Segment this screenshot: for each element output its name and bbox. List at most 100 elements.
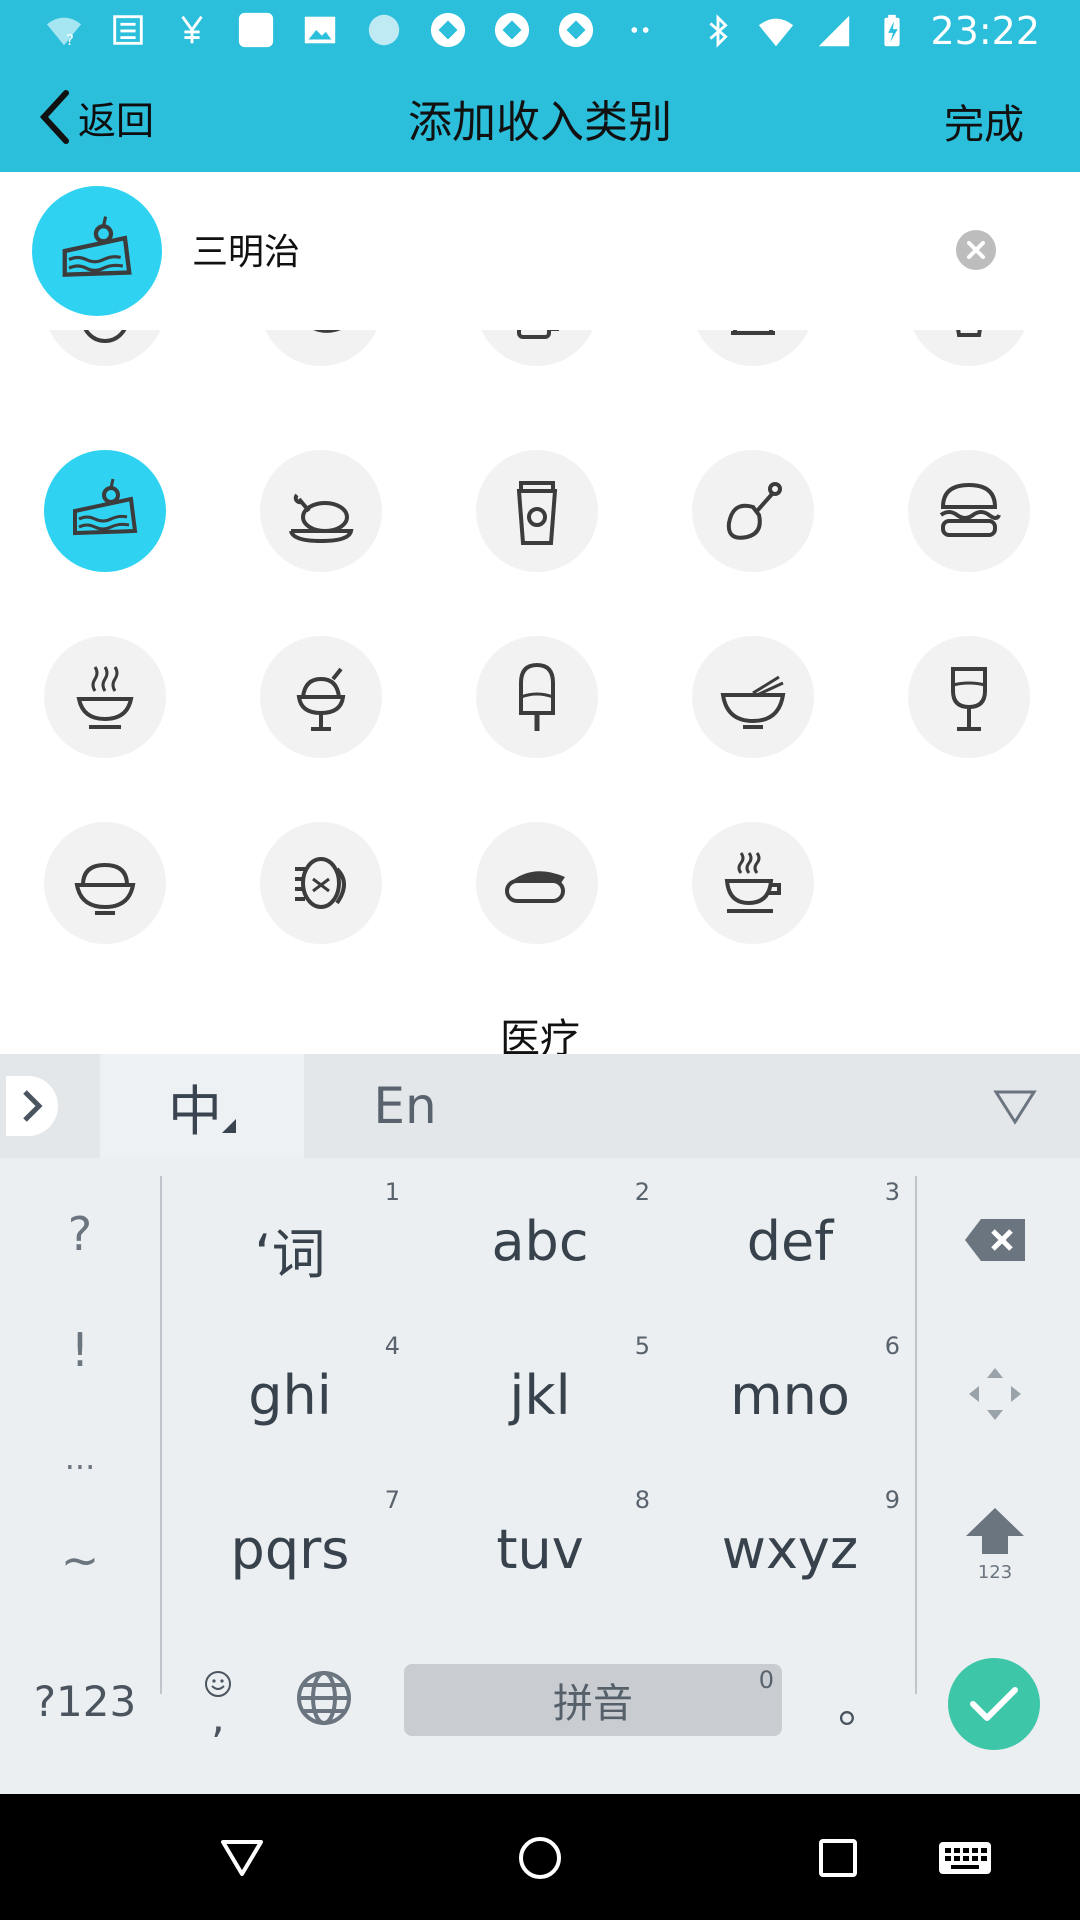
key-number: 8 bbox=[634, 1486, 650, 1514]
key-letters: ghi bbox=[248, 1364, 332, 1427]
category-name-input[interactable] bbox=[190, 216, 894, 282]
loading-icon bbox=[364, 10, 404, 50]
nav-keyboard-button[interactable] bbox=[930, 1828, 1000, 1888]
punct-key-question[interactable]: ? bbox=[0, 1174, 160, 1294]
sushi-icon bbox=[505, 871, 565, 903]
key-letters: pqrs bbox=[230, 1518, 350, 1581]
status-icons-right: 23:22 bbox=[698, 10, 1040, 52]
t9-key-4[interactable]: 4 ghi bbox=[170, 1320, 410, 1470]
sundae-icon bbox=[296, 667, 346, 731]
language-globe-key[interactable] bbox=[294, 1668, 354, 1728]
t9-key-2[interactable]: 2 abc bbox=[420, 1166, 660, 1316]
key-divider bbox=[915, 1176, 917, 1694]
comma-key[interactable]: , bbox=[196, 1654, 240, 1754]
category-option-selected[interactable] bbox=[44, 450, 166, 572]
home-circle-icon bbox=[519, 1837, 561, 1879]
t9-key-7[interactable]: 7 pqrs bbox=[170, 1474, 410, 1624]
category-option[interactable] bbox=[908, 450, 1030, 572]
battery-charging-icon bbox=[872, 11, 912, 51]
symbols-key[interactable]: ?123 bbox=[30, 1666, 140, 1736]
more-dots-icon bbox=[620, 10, 660, 50]
category-option[interactable] bbox=[908, 636, 1030, 758]
svg-text:?: ? bbox=[66, 31, 74, 49]
category-option[interactable] bbox=[692, 450, 814, 572]
category-option[interactable] bbox=[476, 450, 598, 572]
key-letters: ‘词 bbox=[254, 1223, 326, 1286]
news-icon bbox=[108, 10, 148, 50]
done-button[interactable]: 完成 bbox=[944, 92, 1024, 150]
system-nav-bar bbox=[0, 1794, 1080, 1920]
key-letters: def bbox=[746, 1210, 834, 1273]
language-chinese-label: 中 bbox=[168, 1079, 222, 1143]
category-option[interactable] bbox=[692, 822, 814, 944]
tea-cup-icon bbox=[724, 852, 781, 913]
app-icon bbox=[492, 10, 532, 50]
shift-key[interactable]: 123 bbox=[925, 1474, 1065, 1614]
t9-key-6[interactable]: 6 mno bbox=[670, 1320, 910, 1470]
coffee-cup-icon bbox=[516, 481, 558, 545]
category-option[interactable] bbox=[260, 822, 382, 944]
selected-category-icon[interactable] bbox=[32, 186, 162, 316]
category-option[interactable] bbox=[476, 636, 598, 758]
app-bar: 返回 添加收入类别 完成 bbox=[0, 62, 1080, 172]
t9-key-8[interactable]: 8 tuv bbox=[420, 1474, 660, 1624]
check-icon bbox=[970, 1687, 1018, 1721]
space-key[interactable]: 拼音 0 bbox=[404, 1664, 782, 1736]
category-option[interactable] bbox=[44, 822, 166, 944]
key-number: 6 bbox=[884, 1332, 900, 1360]
key-number: 9 bbox=[884, 1486, 900, 1514]
section-label: 医疗 bbox=[500, 1016, 580, 1054]
icon-grid: 医疗 bbox=[0, 330, 1080, 1054]
category-option[interactable] bbox=[476, 822, 598, 944]
cake-icon bbox=[73, 478, 138, 536]
clear-input-button[interactable] bbox=[956, 230, 996, 270]
nav-home-button[interactable] bbox=[510, 1828, 570, 1888]
move-arrows-icon bbox=[969, 1368, 1021, 1420]
category-option[interactable] bbox=[44, 636, 166, 758]
triangle-down-icon[interactable] bbox=[990, 1084, 1040, 1128]
language-english-tab[interactable]: En bbox=[340, 1054, 470, 1158]
corner-triangle-icon bbox=[222, 1119, 236, 1133]
cup-icon bbox=[956, 330, 982, 337]
category-option[interactable] bbox=[908, 330, 1030, 366]
app-icon bbox=[556, 10, 596, 50]
keyboard-expand-button[interactable] bbox=[6, 1076, 58, 1136]
cake-tall-icon bbox=[731, 330, 775, 335]
t9-key-9[interactable]: 9 wxyz bbox=[670, 1474, 910, 1624]
status-bar: ? 23:22 bbox=[0, 0, 1080, 62]
t9-key-3[interactable]: 3 def bbox=[670, 1166, 910, 1316]
nav-back-button[interactable] bbox=[212, 1828, 272, 1888]
nav-recents-button[interactable] bbox=[808, 1828, 868, 1888]
language-chinese-tab[interactable]: 中 bbox=[100, 1054, 304, 1158]
close-icon bbox=[967, 241, 985, 259]
category-option[interactable] bbox=[260, 450, 382, 572]
period-key[interactable]: 。 bbox=[836, 1658, 886, 1748]
category-option[interactable] bbox=[692, 330, 814, 366]
globe-icon bbox=[297, 1671, 351, 1725]
punct-key-tilde[interactable]: ~ bbox=[0, 1500, 160, 1620]
enter-key[interactable] bbox=[948, 1658, 1040, 1750]
space-label: 拼音 bbox=[553, 1681, 633, 1727]
key-number: 2 bbox=[634, 1178, 650, 1206]
key-letters: abc bbox=[491, 1210, 589, 1273]
category-option[interactable] bbox=[476, 330, 598, 366]
category-option[interactable] bbox=[44, 330, 166, 366]
t9-key-1[interactable]: 1 ‘词 bbox=[170, 1166, 410, 1316]
cursor-move-key[interactable] bbox=[925, 1324, 1065, 1464]
key-number: 3 bbox=[884, 1178, 900, 1206]
key-letters: tuv bbox=[496, 1518, 584, 1581]
t9-key-5[interactable]: 5 jkl bbox=[420, 1320, 660, 1470]
punct-key-exclaim[interactable]: ! bbox=[0, 1290, 160, 1410]
status-time: 23:22 bbox=[930, 9, 1040, 53]
burger-icon bbox=[939, 482, 1001, 537]
category-name-row bbox=[0, 172, 1080, 332]
comma-label: , bbox=[211, 1692, 225, 1743]
rice-bowl-icon bbox=[74, 862, 136, 915]
category-option[interactable] bbox=[260, 636, 382, 758]
shift-arrow-icon bbox=[966, 1507, 1024, 1554]
category-option[interactable] bbox=[260, 330, 382, 366]
key-letters: mno bbox=[730, 1364, 850, 1427]
category-option[interactable] bbox=[692, 636, 814, 758]
backspace-key[interactable] bbox=[925, 1170, 1065, 1310]
back-triangle-icon bbox=[221, 1840, 263, 1876]
